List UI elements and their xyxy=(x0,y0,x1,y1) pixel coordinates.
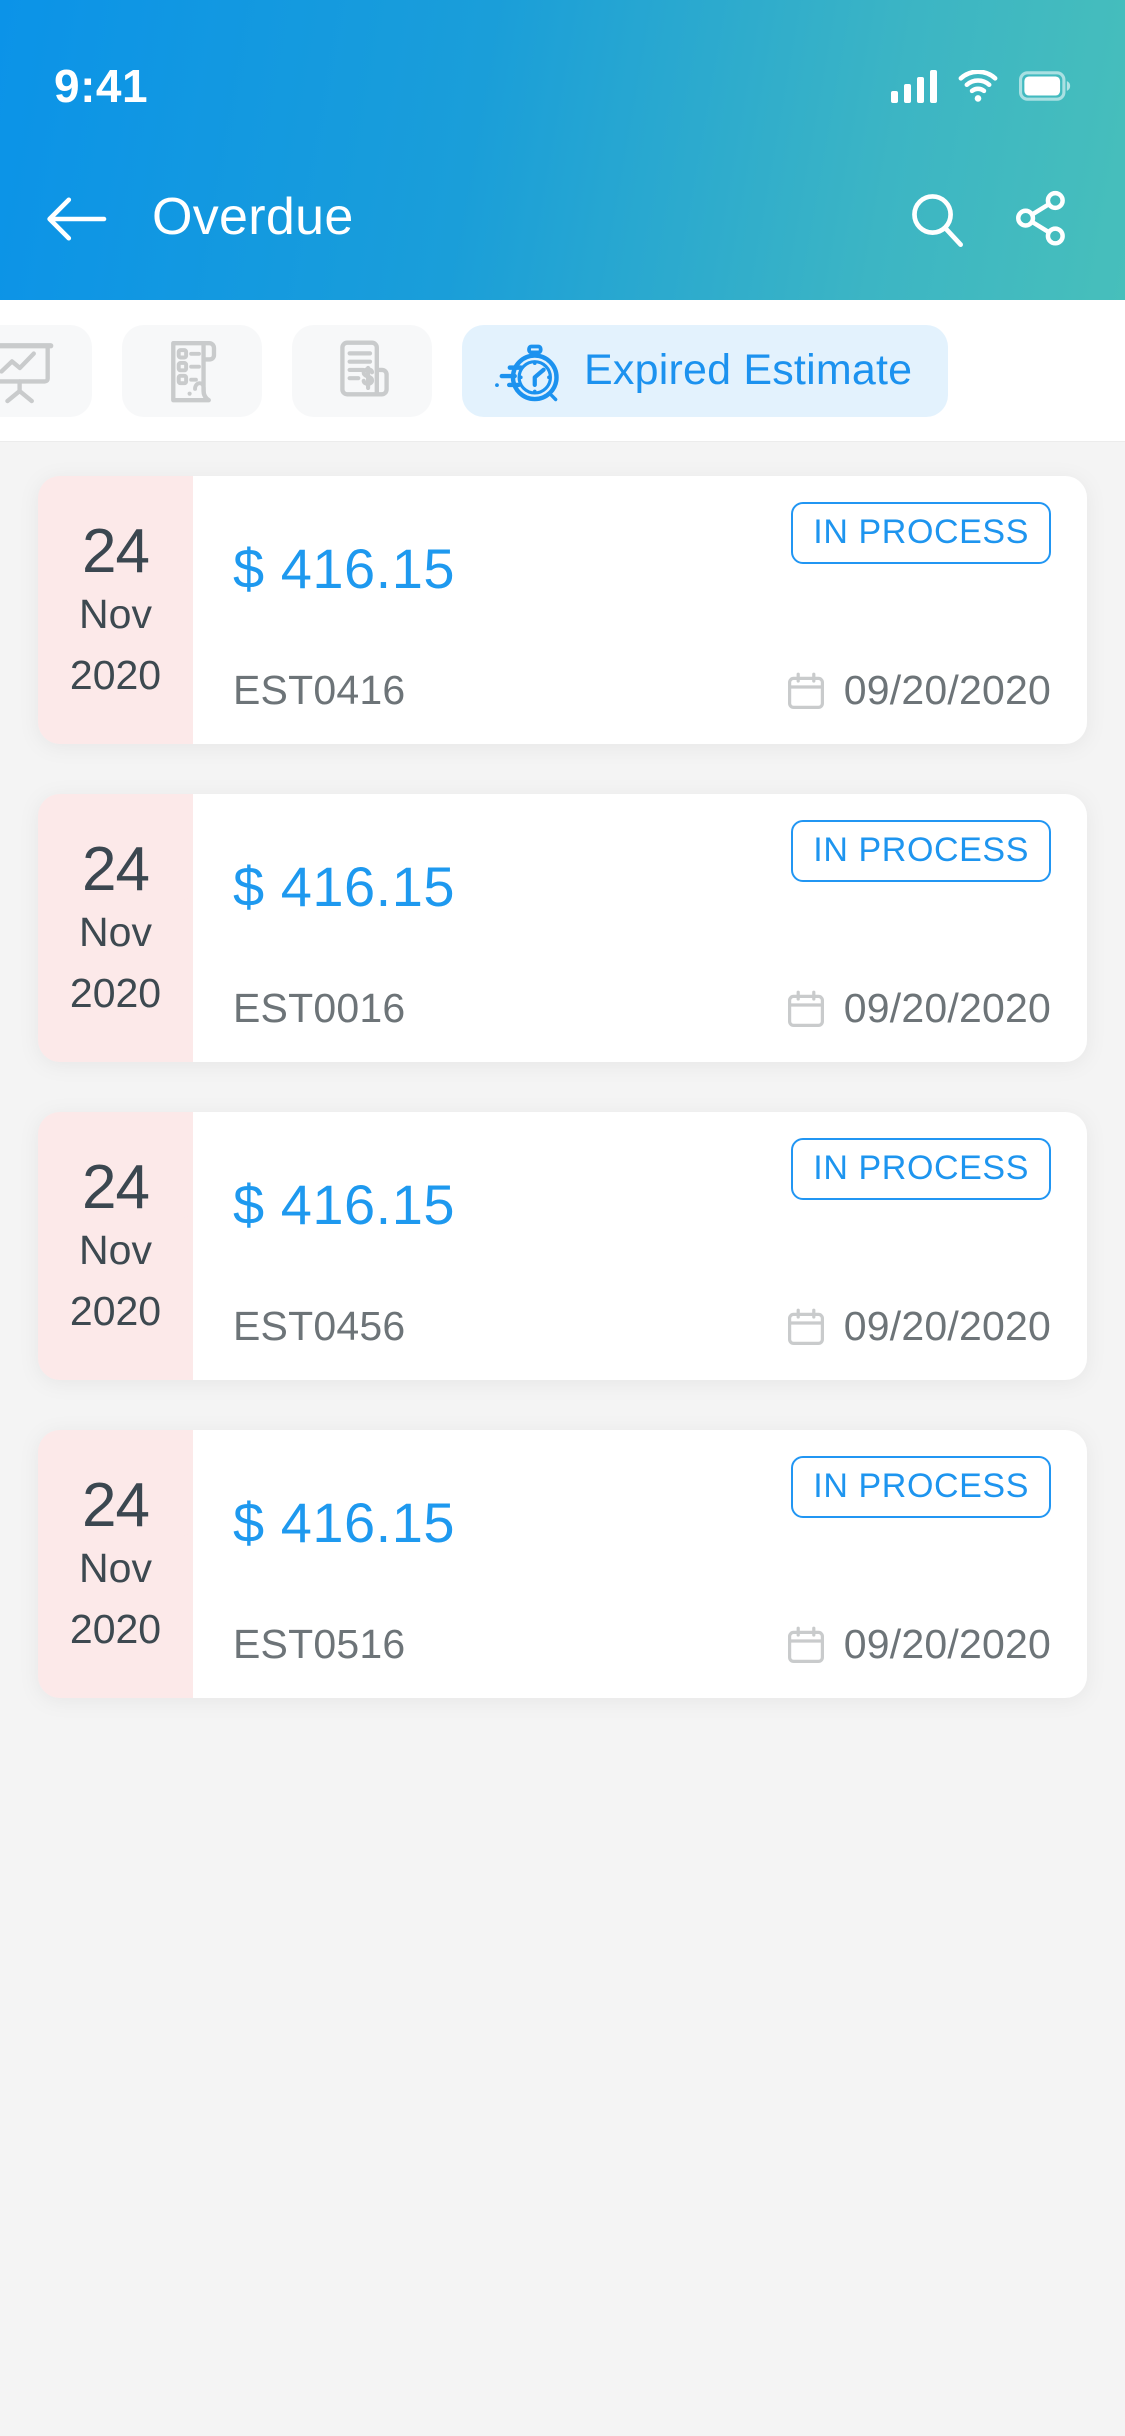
search-button[interactable] xyxy=(899,181,975,257)
card-estimate-id: EST0516 xyxy=(233,1621,406,1667)
presentation-chart-icon xyxy=(0,342,54,403)
wifi-icon xyxy=(958,70,998,102)
card-date-day: 24 xyxy=(82,834,150,904)
card-due-date: 09/20/2020 xyxy=(843,1621,1051,1667)
calendar-icon xyxy=(787,672,824,709)
card-due-date: 09/20/2020 xyxy=(843,667,1051,713)
card-date-year: 2020 xyxy=(69,651,162,698)
app-header: 9:41 Overdue xyxy=(0,0,1125,300)
card-date-year: 2020 xyxy=(69,1605,162,1652)
card-body[interactable]: $ 416.15 IN PROCESS EST0016 09/20/2020 xyxy=(193,794,1087,1062)
list-item[interactable]: 24 Nov 2020 $ 416.15 IN PROCESS EST0016 … xyxy=(38,794,1087,1062)
card-estimate-id: EST0456 xyxy=(233,1303,406,1349)
checklist-hand-icon xyxy=(171,340,217,402)
status-badge: IN PROCESS xyxy=(791,1456,1051,1518)
card-due: 09/20/2020 xyxy=(786,667,1051,714)
card-date-year: 2020 xyxy=(69,1287,162,1334)
filter-chip-invoices[interactable] xyxy=(292,324,432,417)
card-due-date: 09/20/2020 xyxy=(843,985,1051,1031)
list-item[interactable]: 24 Nov 2020 $ 416.15 IN PROCESS EST0516 … xyxy=(38,1430,1087,1698)
filter-chip-expired-estimate[interactable]: Expired Estimate xyxy=(462,324,949,417)
share-button[interactable] xyxy=(1003,181,1079,257)
card-date-month: Nov xyxy=(79,909,152,956)
card-date-year: 2020 xyxy=(69,969,162,1016)
calendar-icon xyxy=(787,990,824,1027)
card-date-block: 24 Nov 2020 xyxy=(38,794,223,1062)
status-bar-icons xyxy=(891,69,1071,103)
card-estimate-id: EST0416 xyxy=(233,667,406,713)
card-due: 09/20/2020 xyxy=(786,1303,1051,1350)
battery-icon xyxy=(1019,71,1071,101)
card-date-day: 24 xyxy=(82,1470,150,1540)
status-badge: IN PROCESS xyxy=(791,820,1051,882)
card-body[interactable]: $ 416.15 IN PROCESS EST0516 09/20/2020 xyxy=(193,1430,1087,1698)
card-due: 09/20/2020 xyxy=(786,1621,1051,1668)
card-date-month: Nov xyxy=(79,591,152,638)
stopwatch-icon xyxy=(495,344,559,401)
share-icon xyxy=(1016,190,1065,246)
calendar-icon xyxy=(787,1626,824,1663)
card-due: 09/20/2020 xyxy=(786,985,1051,1032)
navigation-bar: Overdue xyxy=(0,138,1125,300)
filter-chip-row[interactable]: Expired Estimate xyxy=(0,300,1125,442)
navigation-bar-left: Overdue xyxy=(40,182,899,256)
card-amount: $ 416.15 xyxy=(233,1173,455,1236)
card-date-block: 24 Nov 2020 xyxy=(38,476,223,744)
list-item[interactable]: 24 Nov 2020 $ 416.15 IN PROCESS EST0456 … xyxy=(38,1112,1087,1380)
card-amount: $ 416.15 xyxy=(233,537,455,600)
status-bar: 9:41 xyxy=(0,0,1125,138)
card-date-month: Nov xyxy=(79,1545,152,1592)
card-due-date: 09/20/2020 xyxy=(843,1303,1051,1349)
signal-icon xyxy=(891,69,937,103)
filter-chip-label: Expired Estimate xyxy=(584,346,913,394)
filter-chip-reports[interactable] xyxy=(0,324,92,417)
list-item[interactable]: 24 Nov 2020 $ 416.15 IN PROCESS EST0416 … xyxy=(38,476,1087,744)
card-date-block: 24 Nov 2020 xyxy=(38,1430,223,1698)
filter-chip-estimates[interactable] xyxy=(122,324,262,417)
card-body[interactable]: $ 416.15 IN PROCESS EST0416 09/20/2020 xyxy=(193,476,1087,744)
status-bar-clock: 9:41 xyxy=(54,60,149,112)
arrow-left-icon xyxy=(47,197,107,241)
card-date-block: 24 Nov 2020 xyxy=(38,1112,223,1380)
card-amount: $ 416.15 xyxy=(233,1491,455,1554)
card-estimate-id: EST0016 xyxy=(233,985,406,1031)
card-date-day: 24 xyxy=(82,1152,150,1222)
invoice-dollar-icon xyxy=(340,340,389,396)
search-icon xyxy=(912,194,963,247)
card-amount: $ 416.15 xyxy=(233,855,455,918)
status-badge: IN PROCESS xyxy=(791,1138,1051,1200)
estimate-list: 24 Nov 2020 $ 416.15 IN PROCESS EST0416 … xyxy=(0,442,1125,2436)
navigation-bar-actions xyxy=(899,181,1079,257)
status-badge: IN PROCESS xyxy=(791,502,1051,564)
page-title: Overdue xyxy=(152,188,354,246)
card-date-day: 24 xyxy=(82,516,150,586)
calendar-icon xyxy=(787,1308,824,1345)
back-button[interactable] xyxy=(40,182,114,256)
card-date-month: Nov xyxy=(79,1227,152,1274)
card-body[interactable]: $ 416.15 IN PROCESS EST0456 09/20/2020 xyxy=(193,1112,1087,1380)
